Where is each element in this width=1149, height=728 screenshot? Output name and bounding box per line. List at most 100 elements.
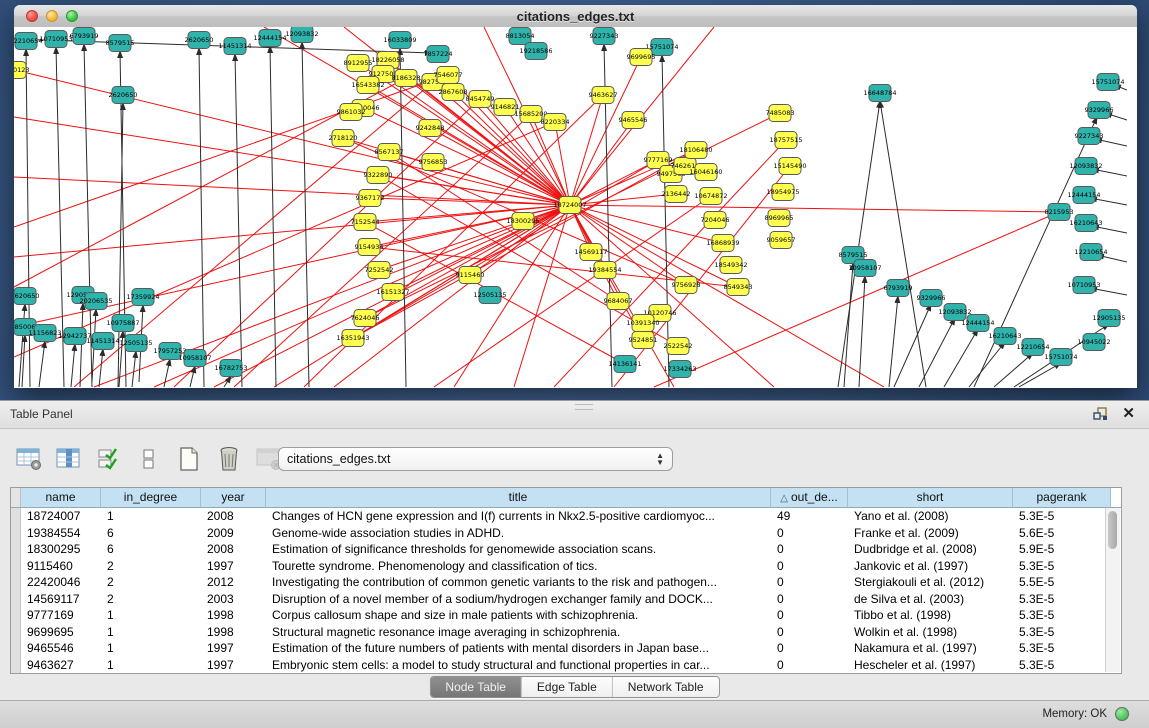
graph-edge[interactable] [39, 341, 45, 387]
new-table-icon[interactable] [174, 444, 204, 474]
graph-node[interactable]: 7485083 [766, 105, 795, 122]
graph-edge[interactable] [174, 99, 480, 387]
graph-node[interactable]: 10674872 [694, 188, 727, 205]
table-row[interactable]: 1456911722003Disruption of a novel membe… [11, 591, 1121, 608]
graph-node[interactable]: 15751074 [1091, 74, 1124, 91]
table-panel-titlebar[interactable]: Table Panel ✕ [0, 401, 1149, 429]
graph-node[interactable]: 10975887 [106, 315, 139, 332]
graph-node[interactable]: 17359924 [126, 289, 159, 306]
graph-edge[interactable] [154, 205, 570, 387]
graph-node[interactable]: 12093832 [285, 27, 318, 43]
graph-node[interactable]: 12505135 [119, 335, 152, 352]
table-row[interactable]: 2242004622012Investigating the contribut… [11, 574, 1121, 591]
graph-edge[interactable] [199, 48, 204, 387]
graph-edge[interactable] [14, 205, 570, 257]
graph-node[interactable]: 9227343 [590, 28, 619, 45]
graph-node[interactable]: 12444154 [1067, 187, 1100, 204]
graph-node[interactable]: 10710953 [1067, 277, 1100, 294]
graph-node[interactable]: 14569117 [574, 244, 607, 261]
column-header-outde[interactable]: △out_de... [771, 488, 848, 508]
table-row[interactable]: 969969511998Structural magnetic resonanc… [11, 624, 1121, 641]
graph-node[interactable]: 10710953 [39, 31, 72, 48]
graph-node[interactable]: 9684067 [604, 293, 633, 310]
graph-node[interactable]: 7204046 [701, 212, 730, 229]
select-column-icon[interactable] [54, 444, 84, 474]
column-header-pagerank[interactable]: pagerank [1013, 488, 1111, 508]
graph-node[interactable]: 7252542 [365, 262, 394, 279]
graph-node[interactable]: 8912955 [344, 55, 373, 72]
graph-node[interactable]: 8220334 [541, 114, 570, 131]
table-settings-icon[interactable] [14, 444, 44, 474]
graph-node[interactable]: 7857224 [424, 46, 453, 63]
graph-node[interactable]: 9524851 [629, 332, 658, 349]
graph-node[interactable]: 9227343 [1075, 128, 1104, 145]
graph-edge[interactable] [880, 101, 926, 387]
graph-edge[interactable] [164, 359, 170, 387]
graph-node[interactable]: 19218586 [519, 43, 552, 60]
column-header-short[interactable]: short [848, 488, 1013, 508]
graph-edge[interactable] [889, 296, 898, 387]
graph-node[interactable]: 9699695 [627, 49, 656, 66]
graph-edge[interactable] [1090, 198, 1127, 205]
graph-node[interactable]: 18757515 [769, 132, 802, 149]
graph-edge[interactable] [1019, 363, 1061, 387]
tab-edge-table[interactable]: Edge Table [522, 677, 613, 697]
graph-node[interactable]: 16782753 [214, 360, 247, 377]
graph-node[interactable]: 12093832 [1069, 158, 1102, 175]
table-row[interactable]: 977716911998Corpus callosum shape and si… [11, 607, 1121, 624]
table-row[interactable]: 946554611997Estimation of the future num… [11, 640, 1121, 657]
graph-node[interactable]: 18954975 [766, 184, 799, 201]
graph-node[interactable]: 2867608 [439, 84, 468, 101]
graph-node[interactable]: 16868939 [706, 235, 739, 252]
graph-node[interactable]: 9465546 [619, 112, 648, 129]
graph-node[interactable]: 12505135 [473, 287, 506, 304]
table-row[interactable]: 946362711997Embryonic stem cells: a mode… [11, 657, 1121, 674]
graph-edge[interactable] [859, 276, 865, 387]
graph-edge[interactable] [514, 205, 570, 387]
graph-edge[interactable] [400, 48, 406, 387]
graph-node[interactable]: 9367172 [356, 190, 385, 207]
network-canvas[interactable]: 12210654 10710953 6793919 8579515 262065… [14, 27, 1127, 388]
graph-node[interactable]: 8813054 [506, 28, 535, 45]
graph-edge[interactable] [570, 120, 633, 205]
graph-node[interactable]: 8960123 [14, 62, 29, 79]
graph-node[interactable]: 11451314 [218, 38, 251, 55]
graph-node[interactable]: 12210654 [14, 33, 43, 50]
graph-node[interactable]: 9242848 [416, 120, 445, 137]
row-height-icon[interactable] [134, 444, 164, 474]
graph-node[interactable]: 9322890 [364, 167, 393, 184]
column-header-indegree[interactable]: in_degree [101, 488, 201, 508]
graph-node[interactable]: 8549343 [724, 279, 753, 296]
graph-node[interactable]: 18549342 [714, 257, 747, 274]
graph-edge[interactable] [370, 198, 570, 205]
graph-node[interactable]: 9329966 [917, 290, 946, 307]
graph-node[interactable]: 15145490 [773, 158, 806, 175]
table-select-dropdown[interactable]: citations_edges.txt ▲▼ [278, 447, 673, 471]
graph-node[interactable]: 2718120 [329, 130, 358, 147]
splitter-grip[interactable] [575, 404, 593, 410]
graph-node[interactable]: 16210643 [988, 328, 1021, 345]
zoom-button[interactable] [66, 10, 78, 22]
graph-node[interactable]: 8186328 [392, 70, 421, 87]
graph-edge[interactable] [302, 42, 309, 387]
graph-node[interactable]: 7546077 [434, 67, 463, 84]
graph-edge[interactable] [14, 177, 570, 205]
graph-node[interactable]: 2620650 [14, 288, 39, 305]
graph-edge[interactable] [71, 344, 75, 387]
graph-node[interactable]: 19384554 [588, 262, 621, 279]
table-row[interactable]: 1938455462009Genome-wide association stu… [11, 525, 1121, 542]
window-titlebar[interactable]: citations_edges.txt [14, 5, 1137, 28]
graph-node[interactable]: 9059657 [767, 232, 796, 249]
graph-node[interactable]: 16648784 [863, 85, 896, 102]
graph-edge[interactable] [944, 329, 978, 387]
column-header-title[interactable]: title [266, 488, 771, 508]
graph-edge[interactable] [570, 160, 658, 205]
close-panel-icon[interactable]: ✕ [1122, 405, 1135, 423]
graph-edge[interactable] [99, 349, 103, 387]
graph-node[interactable]: 9463627 [589, 87, 618, 104]
graph-node[interactable]: 12444154 [253, 30, 286, 47]
graph-node[interactable]: 12905135 [1092, 310, 1125, 327]
close-button[interactable] [26, 10, 38, 22]
delete-column-icon[interactable] [214, 444, 244, 474]
graph-node[interactable]: 12210654 [1074, 244, 1107, 261]
